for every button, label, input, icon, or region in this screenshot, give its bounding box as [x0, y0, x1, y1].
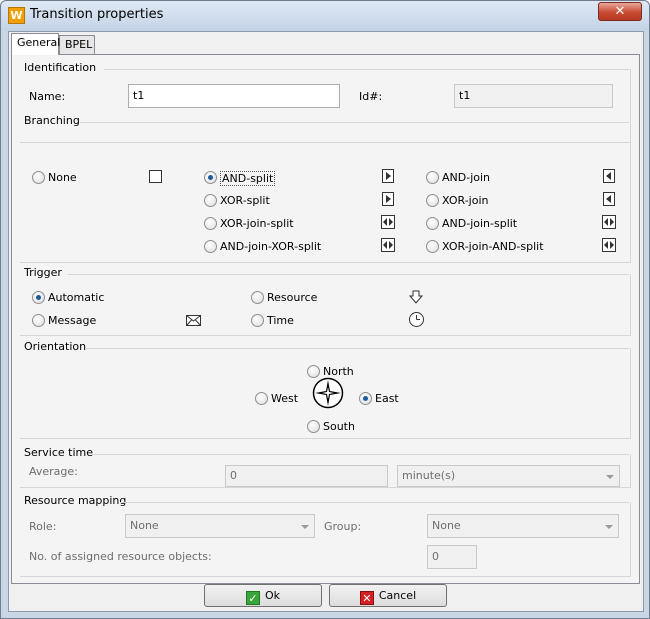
and-join-split-label[interactable]: AND-join-split	[442, 217, 517, 230]
trigger-message-radio[interactable]	[32, 314, 45, 327]
title-bar[interactable]: W Transition properties ✕	[1, 1, 649, 31]
chevron-down-icon	[605, 525, 613, 529]
orientation-east-radio[interactable]	[359, 392, 372, 405]
orientation-west-radio[interactable]	[255, 392, 268, 405]
and-join-label[interactable]: AND-join	[442, 171, 490, 184]
id-label: Id#:	[359, 90, 383, 103]
none-square-icon	[149, 170, 162, 183]
branching-none-label[interactable]: None	[48, 171, 77, 184]
and-join-xor-split-label[interactable]: AND-join-XOR-split	[220, 240, 321, 253]
general-tab-panel: Identification Name: t1 Id#: t1 Branchin…	[11, 54, 640, 584]
assigned-resources-field: 0	[427, 545, 477, 569]
xor-join-split-radio[interactable]	[204, 217, 217, 230]
trigger-resource-label[interactable]: Resource	[267, 291, 317, 304]
and-join-split-icon	[602, 215, 616, 229]
time-unit-value: minute(s)	[402, 469, 456, 482]
xor-join-label[interactable]: XOR-join	[442, 194, 488, 207]
and-split-icon	[382, 169, 394, 183]
tab-general[interactable]: General	[11, 33, 60, 55]
average-label: Average:	[29, 465, 78, 478]
cancel-button-label: Cancel	[378, 589, 417, 602]
name-label: Name:	[29, 90, 66, 103]
chevron-down-icon	[301, 525, 309, 529]
trigger-resource-radio[interactable]	[251, 291, 264, 304]
orientation-south-label[interactable]: South	[323, 420, 355, 433]
tab-bpel[interactable]: BPEL	[59, 35, 95, 55]
assigned-resources-label: No. of assigned resource objects:	[29, 550, 212, 563]
role-value: None	[130, 519, 159, 532]
role-select[interactable]: None	[125, 514, 315, 538]
ok-button[interactable]: ✓ Ok	[204, 584, 322, 607]
xor-split-radio[interactable]	[204, 194, 217, 207]
xor-join-and-split-icon	[602, 238, 616, 252]
and-split-label[interactable]: AND-split	[220, 171, 276, 186]
xor-join-split-icon	[381, 215, 395, 229]
resource-arrow-icon	[409, 290, 423, 304]
window-title: Transition properties	[30, 7, 164, 22]
dialog-client-area: General BPEL Identification Name: t1 Id#…	[8, 31, 644, 612]
clock-icon	[409, 312, 424, 327]
and-join-radio[interactable]	[426, 171, 439, 184]
trigger-time-label[interactable]: Time	[267, 314, 294, 327]
and-join-xor-split-radio[interactable]	[204, 240, 217, 253]
cancel-x-icon: ✕	[359, 591, 374, 605]
close-button[interactable]: ✕	[598, 2, 642, 21]
average-input[interactable]: 0	[225, 465, 388, 487]
and-join-xor-split-icon	[381, 238, 395, 252]
group-value: None	[432, 519, 461, 532]
trigger-message-label[interactable]: Message	[48, 314, 96, 327]
xor-join-split-label[interactable]: XOR-join-split	[220, 217, 294, 230]
checkmark-icon: ✓	[245, 591, 260, 605]
orientation-east-label[interactable]: East	[375, 392, 399, 405]
branching-none-radio[interactable]	[32, 171, 45, 184]
xor-join-and-split-label[interactable]: XOR-join-AND-split	[442, 240, 544, 253]
trigger-frame	[20, 274, 631, 336]
trigger-time-radio[interactable]	[251, 314, 264, 327]
xor-join-radio[interactable]	[426, 194, 439, 207]
xor-split-label[interactable]: XOR-split	[220, 194, 270, 207]
group-select[interactable]: None	[427, 514, 619, 538]
xor-join-icon	[603, 192, 615, 206]
trigger-automatic-radio[interactable]	[32, 291, 45, 304]
envelope-icon	[186, 315, 201, 326]
id-field: t1	[454, 84, 613, 108]
app-logo-icon: W	[8, 7, 25, 24]
and-split-radio[interactable]	[204, 171, 217, 184]
cancel-button[interactable]: ✕ Cancel	[329, 584, 447, 607]
time-unit-select[interactable]: minute(s)	[397, 465, 620, 487]
xor-split-icon	[382, 192, 394, 206]
and-join-icon	[603, 169, 615, 183]
trigger-automatic-label[interactable]: Automatic	[48, 291, 104, 304]
and-join-split-radio[interactable]	[426, 217, 439, 230]
group-label: Group:	[324, 520, 362, 533]
chevron-down-icon	[606, 475, 614, 479]
transition-properties-window: W Transition properties ✕ General BPEL I…	[0, 0, 650, 619]
name-input[interactable]: t1	[128, 84, 340, 108]
xor-join-and-split-radio[interactable]	[426, 240, 439, 253]
ok-button-label: Ok	[264, 589, 281, 602]
orientation-west-label[interactable]: West	[271, 392, 298, 405]
role-label: Role:	[29, 520, 57, 533]
compass-icon	[312, 377, 344, 409]
orientation-south-radio[interactable]	[307, 420, 320, 433]
